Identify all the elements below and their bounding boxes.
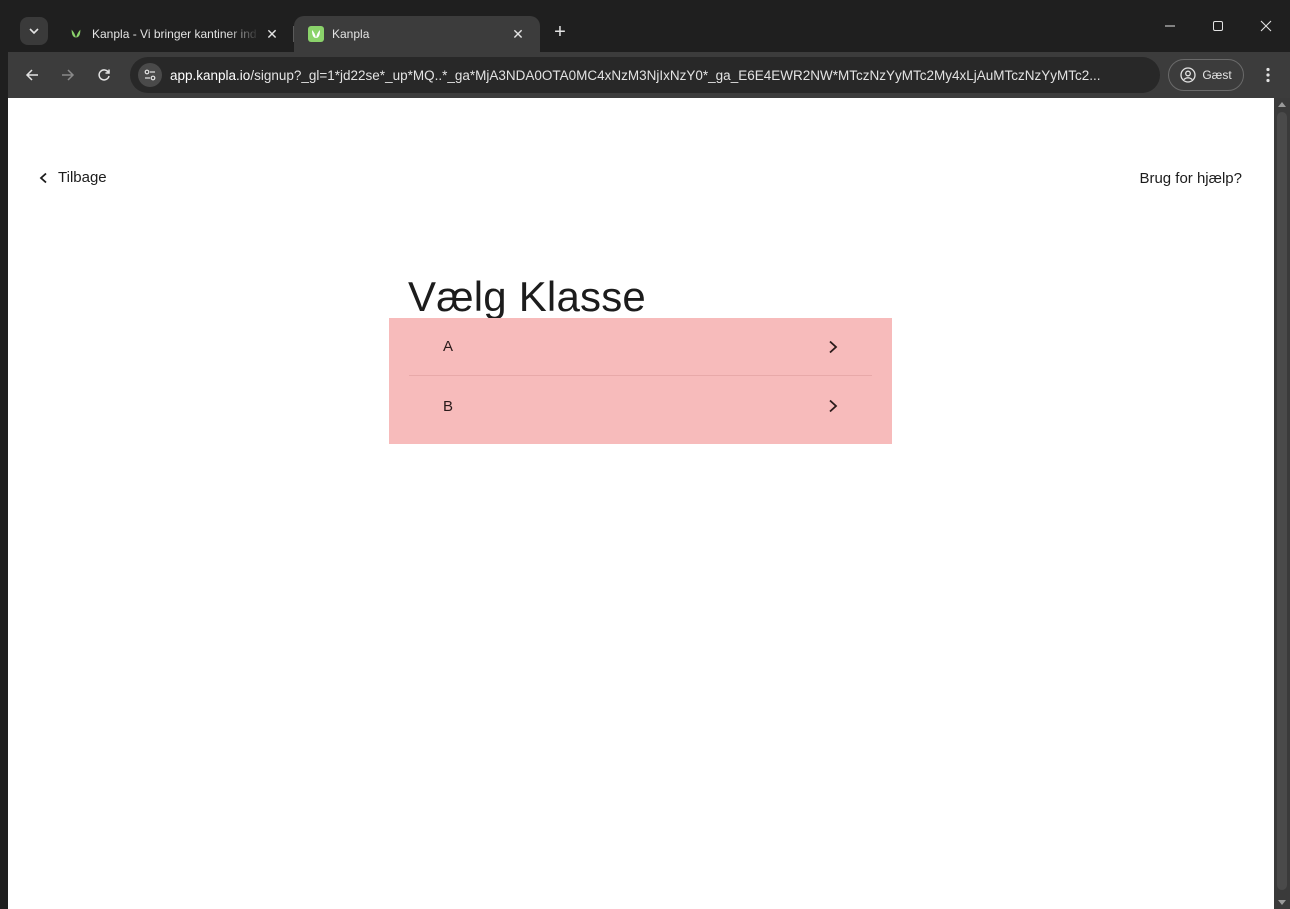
close-icon xyxy=(1260,20,1272,32)
url-path: /signup?_gl=1*jd22se*_up*MQ..*_ga*MjA3ND… xyxy=(250,67,1101,83)
reload-button[interactable] xyxy=(90,61,118,89)
profile-label: Gæst xyxy=(1202,68,1232,82)
minimize-icon xyxy=(1165,25,1175,27)
class-item-a[interactable]: A xyxy=(409,318,872,376)
tab-title: Kanpla xyxy=(332,27,370,41)
tab-kanpla-home[interactable]: Kanpla - Vi bringer kantiner ind ✕ xyxy=(54,16,294,52)
class-item-b[interactable]: B xyxy=(409,377,872,435)
kanpla-favicon-icon xyxy=(68,26,84,42)
url-domain: app.kanpla.io xyxy=(170,67,251,83)
class-item-label: A xyxy=(443,338,454,355)
chevron-down-icon xyxy=(29,28,39,35)
browser-menu-button[interactable] xyxy=(1256,61,1280,89)
tune-icon xyxy=(144,69,156,81)
forward-button[interactable] xyxy=(54,61,82,89)
help-link[interactable]: Brug for hjælp? xyxy=(1139,170,1242,187)
tab-search-button[interactable] xyxy=(20,17,48,45)
more-vertical-icon xyxy=(1266,67,1270,83)
chevron-left-icon xyxy=(39,172,47,183)
scrollbar-thumb[interactable] xyxy=(1277,112,1287,890)
profile-button[interactable]: Gæst xyxy=(1168,59,1244,91)
back-link[interactable]: Tilbage xyxy=(38,169,107,186)
back-button[interactable] xyxy=(18,61,46,89)
tab-close-icon[interactable]: ✕ xyxy=(260,22,284,46)
arrow-left-icon xyxy=(25,69,38,81)
tab-strip: Kanpla - Vi bringer kantiner ind ✕ Kanpl… xyxy=(8,8,1290,52)
page-viewport: Tilbage Brug for hjælp? Vælg Klasse A B xyxy=(8,98,1274,909)
scroll-down-arrow-icon[interactable] xyxy=(1278,900,1286,905)
guest-profile-icon xyxy=(1180,67,1196,83)
maximize-icon xyxy=(1213,21,1223,31)
tab-kanpla-active[interactable]: Kanpla ✕ xyxy=(294,16,540,52)
page-title: Vælg Klasse xyxy=(408,273,646,320)
close-window-button[interactable] xyxy=(1242,8,1290,44)
page-scrollbar[interactable] xyxy=(1274,98,1290,909)
maximize-button[interactable] xyxy=(1194,8,1242,44)
browser-toolbar: app.kanpla.io/signup?_gl=1*jd22se*_up*MQ… xyxy=(8,52,1290,98)
chevron-right-icon xyxy=(826,399,840,413)
site-info-button[interactable] xyxy=(138,63,162,87)
arrow-right-icon xyxy=(62,69,75,81)
new-tab-button[interactable]: + xyxy=(546,18,574,46)
chevron-right-icon xyxy=(826,340,840,354)
url-text[interactable]: app.kanpla.io/signup?_gl=1*jd22se*_up*MQ… xyxy=(170,68,1150,83)
back-link-label: Tilbage xyxy=(58,169,107,186)
kanpla-favicon-icon xyxy=(308,26,324,42)
class-item-label: B xyxy=(443,397,454,415)
reload-icon xyxy=(98,69,110,81)
tab-close-icon[interactable]: ✕ xyxy=(506,22,530,46)
class-list: A B xyxy=(389,318,892,444)
browser-window: Kanpla - Vi bringer kantiner ind ✕ Kanpl… xyxy=(0,0,1290,909)
tab-title: Kanpla - Vi bringer kantiner ind xyxy=(92,27,257,41)
minimize-button[interactable] xyxy=(1146,8,1194,44)
scroll-up-arrow-icon[interactable] xyxy=(1278,102,1286,107)
address-bar[interactable]: app.kanpla.io/signup?_gl=1*jd22se*_up*MQ… xyxy=(130,57,1160,93)
window-controls xyxy=(1146,8,1290,44)
